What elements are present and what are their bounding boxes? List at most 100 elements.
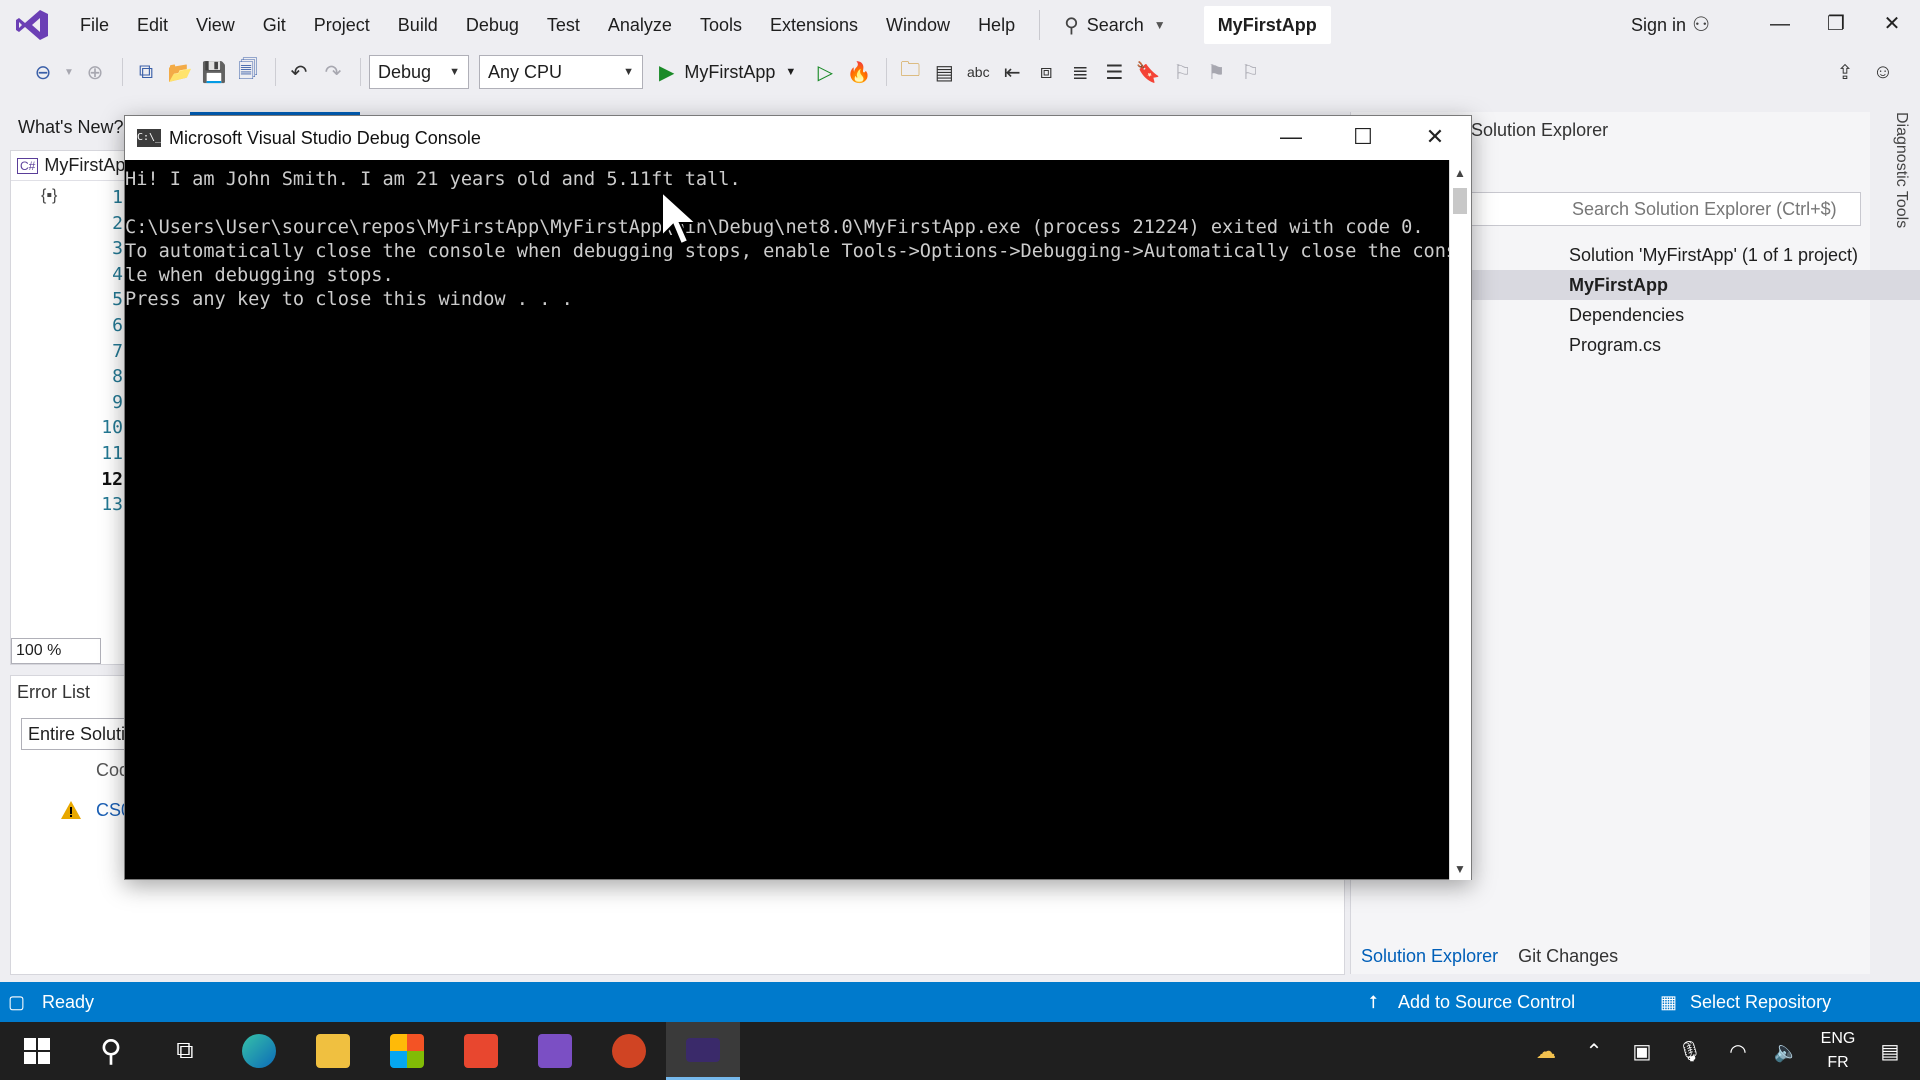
- taskbar-store[interactable]: [370, 1022, 444, 1080]
- save-icon[interactable]: 💾: [199, 57, 229, 87]
- tab-solution-explorer[interactable]: Solution Explorer: [1351, 938, 1508, 974]
- upload-arrow-icon: ⭡: [1369, 992, 1378, 1012]
- tree-item-project[interactable]: MyFirstApp: [1451, 270, 1920, 300]
- powerpoint-icon: [612, 1034, 646, 1068]
- prev-bookmark-icon[interactable]: ⚐: [1167, 57, 1197, 87]
- tab-git-changes[interactable]: Git Changes: [1508, 938, 1628, 974]
- volume-icon[interactable]: 🔈: [1762, 1039, 1810, 1064]
- undo-icon[interactable]: ↶: [284, 57, 314, 87]
- taskbar-search-button[interactable]: ⚲: [74, 1022, 148, 1080]
- task-view-button[interactable]: ⧉: [148, 1022, 222, 1080]
- layout-icon[interactable]: ▤: [929, 57, 959, 87]
- console-close-button[interactable]: ✕: [1399, 116, 1471, 160]
- show-hidden-icons-icon[interactable]: ⌃: [1570, 1039, 1618, 1064]
- spell-check-icon[interactable]: abc: [963, 57, 993, 87]
- menu-item-file[interactable]: File: [66, 0, 123, 50]
- taskbar-visual-studio[interactable]: [518, 1022, 592, 1080]
- start-without-debugging-icon[interactable]: ▷: [810, 57, 840, 87]
- line-number: 12: [101, 468, 123, 490]
- navigate-back-icon[interactable]: ⊖: [28, 57, 58, 87]
- line-number: 8: [112, 366, 123, 388]
- redo-icon[interactable]: ↷: [318, 57, 348, 87]
- meet-icon[interactable]: ▣: [1618, 1039, 1666, 1064]
- debug-console-window[interactable]: C:\_ Microsoft Visual Studio Debug Conso…: [124, 115, 1472, 880]
- minimize-button[interactable]: —: [1752, 0, 1808, 50]
- open-folder-icon[interactable]: 📂: [165, 57, 195, 87]
- zoom-value: 100 %: [16, 642, 62, 659]
- tree-item-dependencies[interactable]: Dependencies: [1451, 300, 1920, 330]
- notifications-icon[interactable]: ▤: [1866, 1039, 1914, 1064]
- share-icon[interactable]: ⇪: [1830, 57, 1860, 87]
- zoom-select[interactable]: 100 %: [11, 638, 101, 664]
- error-list-title: Error List: [17, 682, 91, 702]
- scroll-up-icon[interactable]: ▲: [1454, 166, 1466, 180]
- solution-configuration-select[interactable]: Debug ▼: [369, 55, 469, 89]
- menu-item-analyze[interactable]: Analyze: [594, 0, 686, 50]
- line-number: 3: [112, 238, 123, 260]
- console-scrollbar[interactable]: ▲ ▼: [1449, 160, 1471, 880]
- console-title-bar[interactable]: C:\_ Microsoft Visual Studio Debug Conso…: [125, 116, 1471, 160]
- restore-button[interactable]: ❐: [1808, 0, 1864, 50]
- tab-whats-new[interactable]: What's New?: [10, 112, 131, 142]
- close-button[interactable]: ✕: [1864, 0, 1920, 50]
- account-icon[interactable]: ⚇: [1692, 12, 1710, 37]
- menu-item-view[interactable]: View: [182, 0, 249, 50]
- menu-item-git[interactable]: Git: [249, 0, 300, 50]
- clear-bookmarks-icon[interactable]: ⚐: [1235, 57, 1265, 87]
- new-project-icon[interactable]: ⧉: [131, 57, 161, 87]
- csharp-file-icon: C#: [17, 157, 39, 174]
- navigate-forward-icon[interactable]: ⊕: [80, 57, 110, 87]
- menu-item-project[interactable]: Project: [300, 0, 384, 50]
- menu-item-help[interactable]: Help: [964, 0, 1029, 50]
- microphone-icon[interactable]: 🎙: [1666, 1039, 1714, 1064]
- menu-item-window[interactable]: Window: [872, 0, 964, 50]
- start-button[interactable]: [0, 1022, 74, 1080]
- step-icon[interactable]: ⇤: [997, 57, 1027, 87]
- menu-item-tools[interactable]: Tools: [686, 0, 756, 50]
- project-dropdown[interactable]: MyFirstApp: [44, 155, 135, 176]
- taskbar-app-red[interactable]: [444, 1022, 518, 1080]
- bookmark-icon[interactable]: 🔖: [1133, 57, 1163, 87]
- menu-item-build[interactable]: Build: [384, 0, 452, 50]
- console-minimize-button[interactable]: —: [1255, 116, 1327, 160]
- browse-folder-icon[interactable]: 🗀: [895, 57, 925, 87]
- chevron-down-icon[interactable]: ▼: [62, 57, 76, 87]
- chevron-down-icon: ▼: [785, 66, 797, 78]
- store-icon: [390, 1034, 424, 1068]
- taskbar-edge[interactable]: [222, 1022, 296, 1080]
- line-number: 5: [112, 289, 123, 311]
- search-button[interactable]: ⚲ Search ▼: [1050, 0, 1180, 50]
- console-maximize-button[interactable]: ☐: [1327, 116, 1399, 160]
- wifi-icon[interactable]: ◠: [1714, 1039, 1762, 1064]
- next-bookmark-icon[interactable]: ⚑: [1201, 57, 1231, 87]
- menu-item-extensions[interactable]: Extensions: [756, 0, 872, 50]
- select-repository-button[interactable]: Select Repository: [1690, 982, 1831, 1022]
- feedback-icon[interactable]: ☺: [1868, 57, 1898, 87]
- outdent-icon[interactable]: ☰: [1099, 57, 1129, 87]
- solution-platform-select[interactable]: Any CPU ▼: [479, 55, 643, 89]
- platform-value: Any CPU: [488, 61, 563, 82]
- scroll-down-icon[interactable]: ▼: [1454, 862, 1466, 876]
- taskbar-powerpoint[interactable]: [592, 1022, 666, 1080]
- tree-item-program-cs[interactable]: Program.cs: [1451, 330, 1920, 360]
- save-all-icon[interactable]: 🗐: [233, 57, 263, 87]
- taskbar-console[interactable]: [666, 1022, 740, 1080]
- visual-studio-icon: [538, 1034, 572, 1068]
- menu-item-debug[interactable]: Debug: [452, 0, 533, 50]
- diagnostic-tools-tab[interactable]: Diagnostic Tools: [1880, 112, 1910, 312]
- weather-icon[interactable]: ☁: [1522, 1039, 1570, 1064]
- add-to-source-control-button[interactable]: Add to Source Control: [1398, 982, 1575, 1022]
- console-output[interactable]: Hi! I am John Smith. I am 21 years old a…: [125, 160, 1451, 880]
- input-language[interactable]: ENG FR: [1810, 1027, 1866, 1075]
- solution-search-input[interactable]: Search Solution Explorer (Ctrl+$): [1451, 192, 1861, 226]
- scroll-thumb[interactable]: [1453, 188, 1467, 214]
- indent-icon[interactable]: ≣: [1065, 57, 1095, 87]
- hot-reload-icon[interactable]: 🔥: [844, 57, 874, 87]
- compare-icon[interactable]: ⧈: [1031, 57, 1061, 87]
- menu-item-test[interactable]: Test: [533, 0, 594, 50]
- tree-item-solution[interactable]: Solution 'MyFirstApp' (1 of 1 project): [1451, 240, 1920, 270]
- menu-item-edit[interactable]: Edit: [123, 0, 182, 50]
- sign-in-link[interactable]: Sign in: [1631, 0, 1686, 50]
- taskbar-file-explorer[interactable]: [296, 1022, 370, 1080]
- start-debugging-button[interactable]: ▶ MyFirstApp ▼: [653, 55, 802, 89]
